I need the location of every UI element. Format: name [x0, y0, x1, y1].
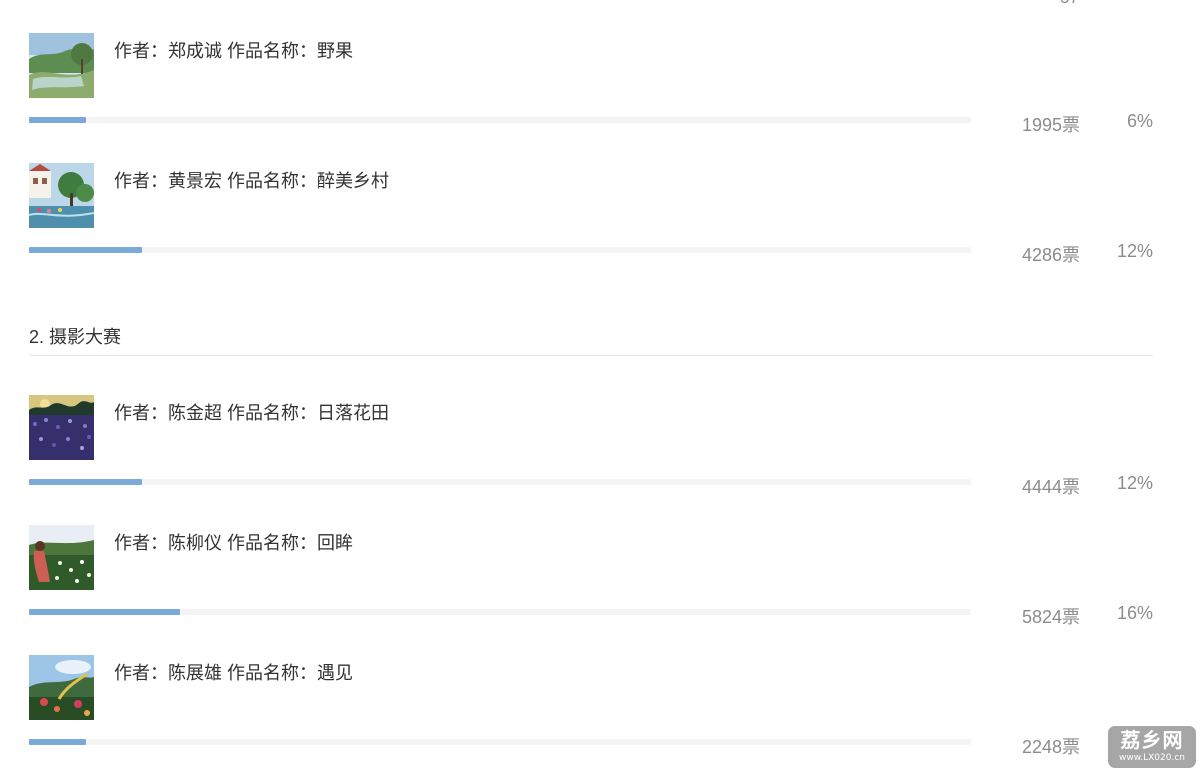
vote-progress-fill [29, 479, 143, 485]
cropped-vote-count: 57 [1060, 0, 1079, 8]
vote-results-page: 57 作者：郑成诚 作品名称：野果 1995票 6% [0, 0, 1203, 773]
vote-progress-fill [29, 117, 86, 123]
vote-progress-fill [29, 609, 180, 615]
vote-progress-fill [29, 247, 143, 253]
entry-author-title: 作者：郑成诚 作品名称：野果 [114, 41, 353, 61]
watermark-url: www.LX020.cn [1119, 753, 1185, 763]
artwork-thumbnail-image[interactable] [29, 163, 94, 228]
list-item: 作者：陈柳仪 作品名称：回眸 5824票 16% [29, 525, 1153, 647]
vote-count: 4444票 [1021, 477, 1080, 497]
list-item: 作者：陈展雄 作品名称：遇见 2248票 [29, 655, 1153, 777]
vote-percent: 12% [1116, 473, 1153, 493]
vote-percent: 12% [1116, 241, 1153, 261]
vote-count: 5824票 [1021, 607, 1080, 627]
photo-thumbnail-image[interactable] [29, 655, 94, 720]
vote-progress-fill [29, 739, 86, 745]
entry-author-title: 作者：陈金超 作品名称：日落花田 [114, 403, 389, 423]
vote-progress-bar [29, 117, 971, 123]
entry-author-title: 作者：陈柳仪 作品名称：回眸 [114, 533, 353, 553]
list-item: 作者：郑成诚 作品名称：野果 1995票 6% [29, 33, 1153, 155]
vote-count: 4286票 [1021, 245, 1080, 265]
artwork-thumbnail-image[interactable] [29, 33, 94, 98]
entry-author-title: 作者：陈展雄 作品名称：遇见 [114, 663, 353, 683]
photo-thumbnail-image[interactable] [29, 395, 94, 460]
vote-count: 2248票 [1021, 737, 1080, 757]
watermark-title: 荔乡网 [1120, 730, 1184, 752]
site-watermark-logo: 荔乡网 www.LX020.cn [1108, 726, 1196, 768]
entry-author-title: 作者：黄景宏 作品名称：醉美乡村 [114, 171, 389, 191]
section-title: 2. 摄影大赛 [29, 327, 122, 347]
vote-progress-bar [29, 247, 971, 253]
vote-progress-bar [29, 739, 971, 745]
vote-percent: 6% [1126, 111, 1153, 131]
section-divider [29, 355, 1153, 356]
list-item: 作者：陈金超 作品名称：日落花田 4444票 12% [29, 395, 1153, 517]
list-item: 作者：黄景宏 作品名称：醉美乡村 4286票 12% [29, 163, 1153, 285]
vote-percent: 16% [1116, 603, 1153, 623]
vote-progress-bar [29, 609, 971, 615]
vote-progress-bar [29, 479, 971, 485]
photo-thumbnail-image[interactable] [29, 525, 94, 590]
vote-count: 1995票 [1021, 115, 1080, 135]
